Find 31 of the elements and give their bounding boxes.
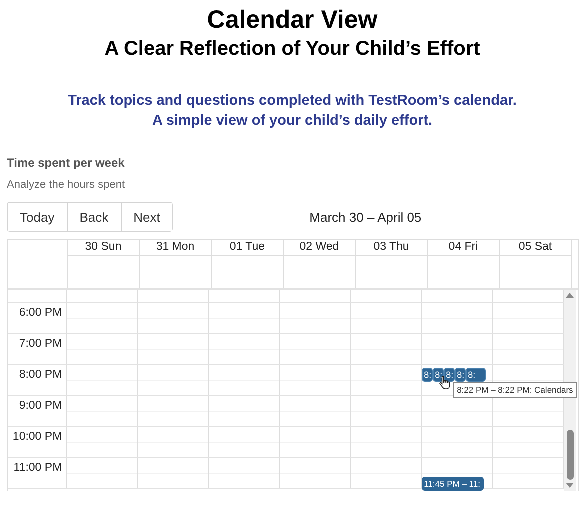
section-subtitle: Analyze the hours spent [7, 179, 126, 192]
page-subtitle: A Clear Reflection of Your Child’s Effort [104, 37, 482, 62]
intro-text: A simple view of your child’s daily effort. [152, 112, 433, 131]
scroll-up-icon[interactable] [566, 293, 574, 298]
scroll-down-icon[interactable] [566, 483, 574, 488]
time-label: 11:00 PM [14, 461, 64, 474]
date-range: March 30 – April 05 [308, 210, 423, 224]
day-header: 30 Sun [68, 240, 139, 256]
time-label: 9:00 PM [19, 399, 64, 412]
calendar-event[interactable]: 8: [455, 368, 466, 382]
tooltip: 8:22 PM – 8:22 PM: Calendars [453, 382, 578, 398]
scroll-thumb[interactable] [566, 430, 574, 480]
calendar-event[interactable]: 11:45 PM – 11: [422, 476, 484, 490]
day-header: 04 Fri [428, 240, 499, 256]
calendar-event[interactable]: 8: [466, 368, 486, 382]
day-header: 05 Sat [500, 240, 571, 256]
day-header: 01 Tue [212, 240, 283, 256]
day-header: 02 Wed [284, 240, 355, 256]
section-title: Time spent per week [7, 156, 126, 170]
time-label: 6:00 PM [19, 306, 64, 319]
calendar-event[interactable]: 8: [444, 368, 456, 382]
time-label: 10:00 PM [12, 430, 64, 443]
time-label: 8:00 PM [19, 368, 64, 381]
time-label: 7:00 PM [19, 337, 64, 350]
page-title: Calendar View [206, 5, 379, 36]
intro-text: Track topics and questions completed with TestRoom’s calendar. [68, 92, 517, 111]
calendar-event[interactable]: 8: [422, 368, 434, 382]
day-header: 31 Mon [140, 240, 211, 256]
calendar-event[interactable]: 8: [433, 368, 444, 382]
nav-button[interactable]: Next [120, 203, 172, 231]
day-header: 03 Thu [356, 240, 427, 256]
